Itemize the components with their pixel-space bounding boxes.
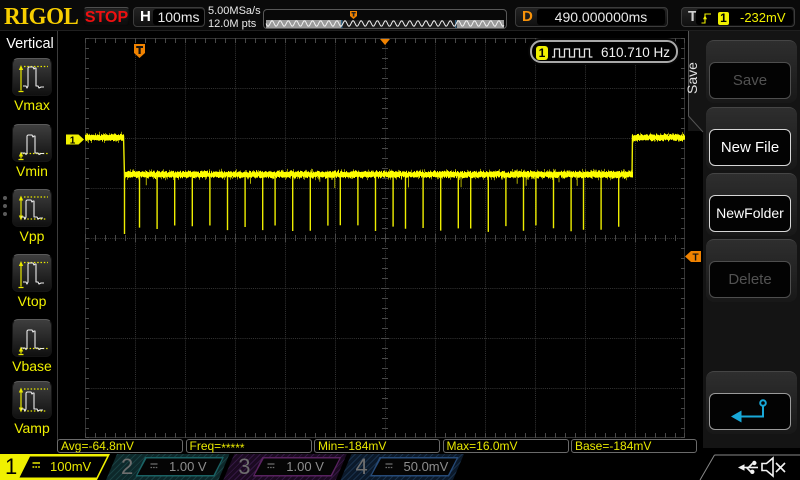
- svg-text:1: 1: [70, 136, 76, 147]
- svg-text:T: T: [692, 253, 698, 264]
- svg-text:Save: Save: [687, 62, 700, 94]
